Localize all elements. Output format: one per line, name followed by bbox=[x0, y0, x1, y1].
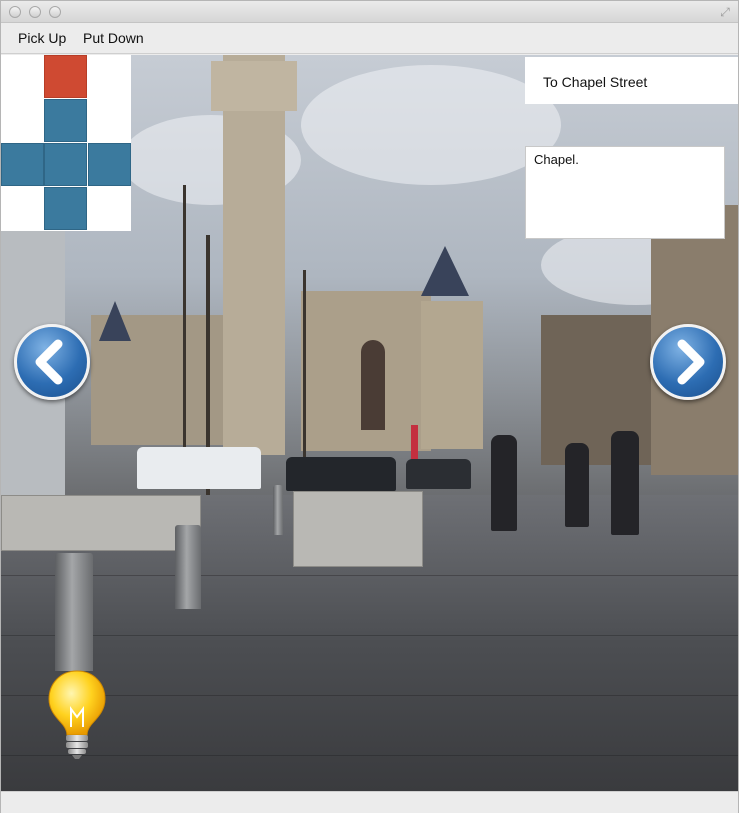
hint-button[interactable] bbox=[45, 669, 109, 761]
dark-car bbox=[286, 457, 396, 491]
mosque-door bbox=[361, 340, 385, 430]
cloud bbox=[301, 65, 561, 185]
white-van bbox=[137, 447, 261, 489]
mosque-tower bbox=[421, 301, 483, 449]
back-arrow-button[interactable] bbox=[14, 324, 90, 400]
destination-text: To Chapel Street bbox=[543, 74, 648, 90]
lamp-post bbox=[303, 270, 306, 470]
pedestrian bbox=[565, 443, 589, 527]
paving-line bbox=[1, 635, 738, 636]
put-down-menu[interactable]: Put Down bbox=[83, 28, 144, 48]
minaret bbox=[223, 55, 285, 455]
minimap-cell bbox=[88, 143, 131, 186]
stone-bench bbox=[1, 495, 201, 551]
location-description: Chapel. bbox=[525, 146, 725, 239]
mosque-spire-small bbox=[99, 301, 131, 341]
lamp-post bbox=[183, 185, 186, 485]
description-text: Chapel. bbox=[534, 152, 579, 167]
lightbulb-icon bbox=[48, 670, 106, 759]
minimap-cell bbox=[44, 99, 87, 142]
paving-line bbox=[1, 755, 738, 756]
minimap-cell bbox=[44, 187, 87, 230]
destination-label[interactable]: To Chapel Street bbox=[525, 57, 738, 104]
paving-line bbox=[1, 575, 738, 576]
dark-car bbox=[406, 459, 471, 489]
bollard bbox=[273, 485, 283, 535]
paving-line bbox=[1, 695, 738, 696]
minaret-balcony bbox=[211, 61, 297, 111]
mosque-spire bbox=[421, 246, 469, 296]
minimap-cell bbox=[1, 143, 44, 186]
bollard bbox=[175, 525, 201, 609]
fullscreen-arrows-icon[interactable]: ⤢ bbox=[718, 5, 732, 19]
minimize-window-button[interactable] bbox=[29, 6, 41, 18]
status-bar bbox=[1, 791, 738, 813]
pick-up-menu[interactable]: Pick Up bbox=[18, 28, 66, 48]
menu-bar: Pick Up Put Down bbox=[1, 23, 738, 54]
title-bar: ⤢ bbox=[1, 1, 738, 23]
chevron-left-icon bbox=[35, 339, 63, 385]
stone-bench bbox=[293, 491, 423, 567]
close-window-button[interactable] bbox=[9, 6, 21, 18]
forward-arrow-button[interactable] bbox=[650, 324, 726, 400]
zoom-window-button[interactable] bbox=[49, 6, 61, 18]
chevron-right-icon bbox=[677, 339, 705, 385]
minimap-cell bbox=[44, 143, 87, 186]
bollard bbox=[55, 553, 93, 671]
app-window: ⤢ Pick Up Put Down To Chapel Street Chap… bbox=[0, 0, 739, 813]
pedestrian bbox=[611, 431, 639, 535]
minimap-current-cell bbox=[44, 55, 87, 98]
minimap bbox=[1, 55, 131, 231]
pedestrian bbox=[491, 435, 517, 531]
